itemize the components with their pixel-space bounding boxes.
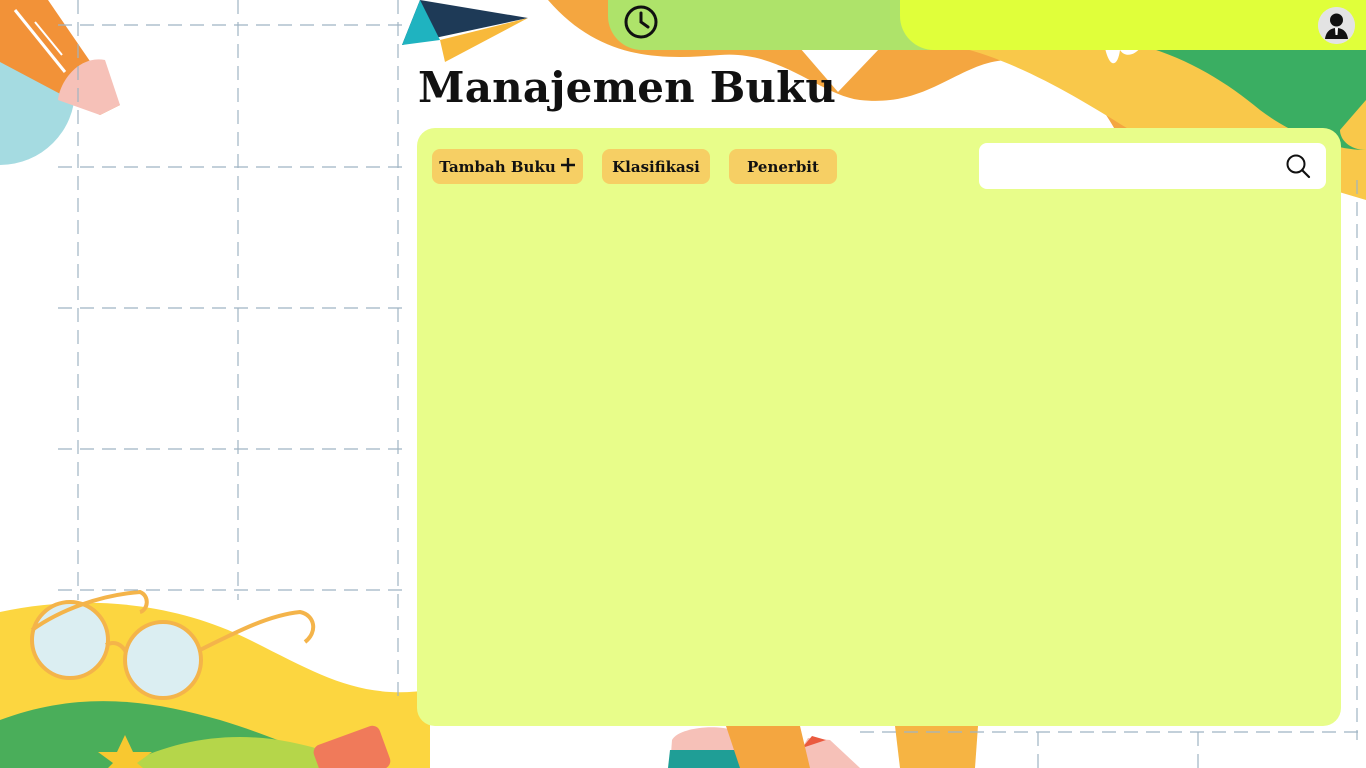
add-book-label: Tambah Buku (439, 157, 556, 176)
search-box (979, 143, 1326, 189)
publisher-button[interactable]: Penerbit (729, 149, 837, 184)
search-input[interactable] (989, 149, 1283, 185)
topbar-left (608, 0, 948, 50)
search-icon[interactable] (1285, 153, 1311, 179)
book-management-panel: Tambah Buku Klasifikasi Penerbit (417, 128, 1341, 726)
topbar-right (900, 0, 1366, 50)
page-title: Manajemen Buku (418, 63, 837, 112)
user-avatar-icon[interactable] (1318, 7, 1355, 44)
add-book-button[interactable]: Tambah Buku (432, 149, 583, 184)
publisher-label: Penerbit (747, 157, 819, 176)
clock-icon[interactable] (623, 4, 659, 40)
plus-icon (560, 155, 576, 177)
classification-label: Klasifikasi (612, 157, 700, 176)
classification-button[interactable]: Klasifikasi (602, 149, 710, 184)
